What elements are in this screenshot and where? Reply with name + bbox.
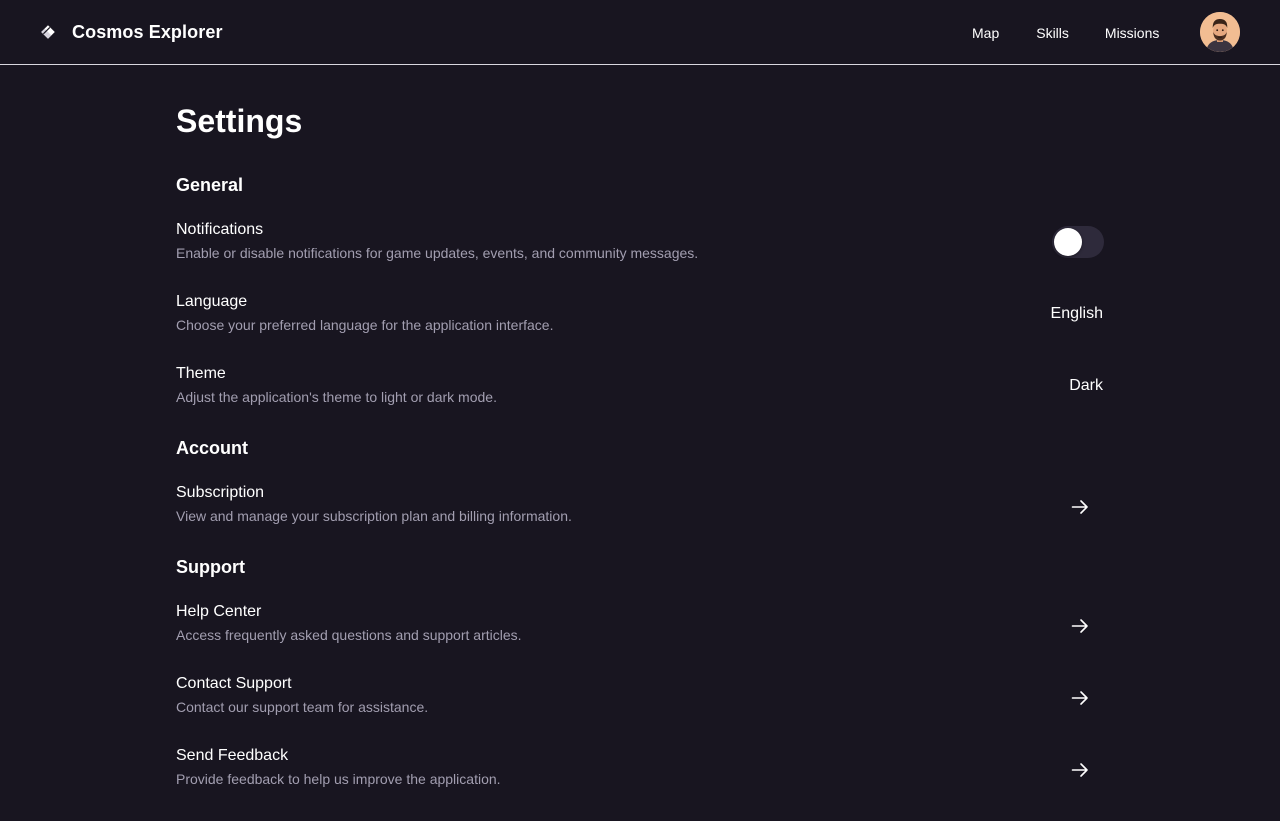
arrow-right-icon bbox=[1071, 619, 1088, 633]
contact-support-arrow-button[interactable] bbox=[1056, 674, 1104, 722]
setting-description: Enable or disable notifications for game… bbox=[176, 245, 699, 261]
setting-description: Contact our support team for assistance. bbox=[176, 699, 429, 715]
notifications-toggle[interactable] bbox=[1052, 226, 1104, 258]
setting-description: Access frequently asked questions and su… bbox=[176, 627, 522, 643]
setting-description: Adjust the application's theme to light … bbox=[176, 389, 497, 405]
main-nav: Map Skills Missions bbox=[972, 24, 1159, 42]
section-title-account: Account bbox=[176, 438, 248, 458]
setting-row-send-feedback[interactable]: Send Feedback Provide feedback to help u… bbox=[176, 746, 1104, 794]
setting-row-theme[interactable]: Theme Adjust the application's theme to … bbox=[176, 364, 1104, 412]
app-name: Cosmos Explorer bbox=[72, 21, 223, 42]
language-value[interactable]: English bbox=[1051, 304, 1103, 324]
brand[interactable]: Cosmos Explorer bbox=[40, 20, 223, 44]
nav-link-skills[interactable]: Skills bbox=[1036, 25, 1069, 41]
setting-row-contact-support[interactable]: Contact Support Contact our support team… bbox=[176, 674, 1104, 722]
setting-label: Contact Support bbox=[176, 675, 292, 692]
toggle-knob bbox=[1054, 228, 1082, 256]
nav-link-map[interactable]: Map bbox=[972, 25, 999, 41]
setting-description: Provide feedback to help us improve the … bbox=[176, 771, 501, 787]
arrow-right-icon bbox=[1071, 500, 1088, 514]
theme-value[interactable]: Dark bbox=[1069, 376, 1103, 396]
setting-row-language[interactable]: Language Choose your preferred language … bbox=[176, 292, 1104, 340]
setting-label: Help Center bbox=[176, 603, 262, 620]
setting-row-subscription[interactable]: Subscription View and manage your subscr… bbox=[176, 483, 1104, 531]
user-avatar[interactable] bbox=[1200, 12, 1240, 52]
page-title: Settings bbox=[176, 103, 303, 139]
setting-label: Theme bbox=[176, 365, 226, 382]
top-navigation-bar: Cosmos Explorer Map Skills Missions bbox=[0, 0, 1280, 65]
arrow-right-icon bbox=[1071, 691, 1088, 705]
setting-row-help-center[interactable]: Help Center Access frequently asked ques… bbox=[176, 602, 1104, 650]
section-title-support: Support bbox=[176, 557, 245, 577]
subscription-arrow-button[interactable] bbox=[1056, 483, 1104, 531]
setting-label: Subscription bbox=[176, 484, 265, 501]
setting-label: Send Feedback bbox=[176, 747, 289, 764]
avatar-portrait-icon bbox=[1200, 12, 1240, 52]
diamond-logo-icon bbox=[41, 25, 55, 39]
setting-label: Language bbox=[176, 293, 248, 310]
setting-label: Notifications bbox=[176, 221, 264, 238]
nav-link-missions[interactable]: Missions bbox=[1105, 25, 1159, 41]
arrow-right-icon bbox=[1071, 763, 1088, 777]
section-title-general: General bbox=[176, 175, 244, 195]
setting-description: View and manage your subscription plan a… bbox=[176, 508, 572, 524]
setting-description: Choose your preferred language for the a… bbox=[176, 317, 554, 333]
send-feedback-arrow-button[interactable] bbox=[1056, 746, 1104, 794]
help-center-arrow-button[interactable] bbox=[1056, 602, 1104, 650]
setting-row-notifications: Notifications Enable or disable notifica… bbox=[176, 220, 1104, 268]
